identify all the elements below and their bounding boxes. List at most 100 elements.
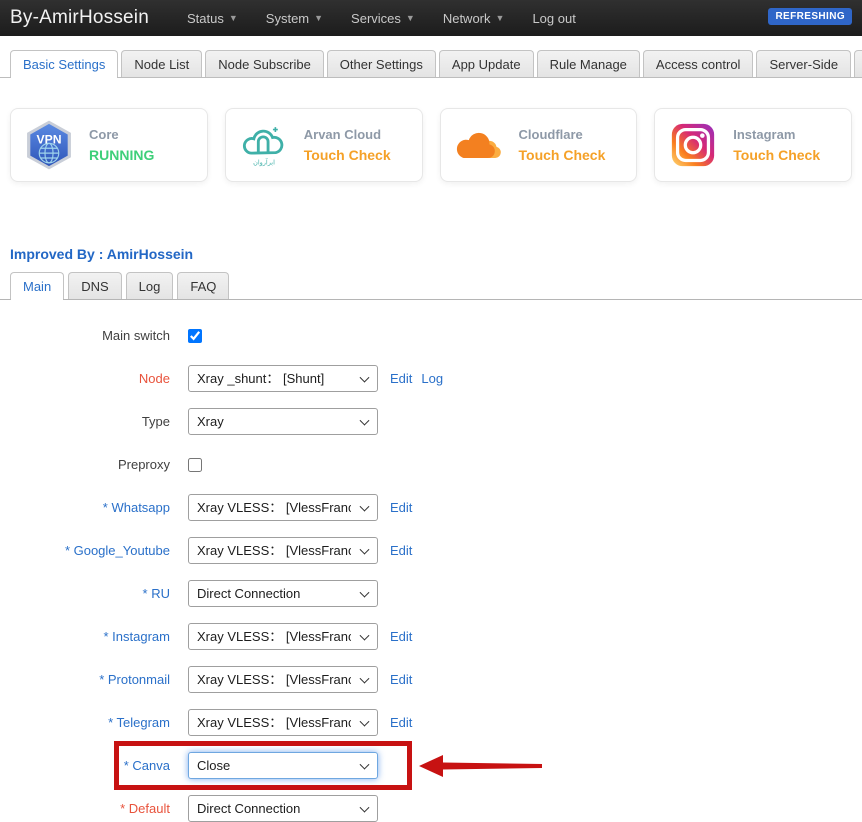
vpn-shield-icon: VPN — [23, 119, 75, 171]
menu-item-status[interactable]: Status ▼ — [187, 11, 238, 26]
field-label-node: Node — [0, 371, 170, 386]
subtab-main[interactable]: Main — [10, 272, 64, 299]
tab-app-update[interactable]: App Update — [439, 50, 534, 77]
preproxy-checkbox[interactable] — [188, 458, 202, 472]
subtab-faq[interactable]: FAQ — [177, 272, 229, 299]
instagram-icon — [667, 119, 719, 171]
ru-select[interactable]: Direct Connection — [188, 580, 378, 607]
form-row-google-youtube: * Google_Youtube Xray VLESS： [VlessFranc… — [0, 537, 862, 564]
menu-item-label: Status — [187, 11, 224, 26]
menu-item-label: Network — [443, 11, 491, 26]
protonmail-select[interactable]: Xray VLESS： [VlessFrance] — [188, 666, 378, 693]
field-control: Xray VLESS： [VlessFrance] — [188, 709, 378, 736]
form-row-protonmail: * Protonmail Xray VLESS： [VlessFrance] E… — [0, 666, 862, 693]
node-select[interactable]: Xray _shunt： [Shunt] — [188, 365, 378, 392]
status-cards: VPN Core RUNNING ابرآروان Arvan Cloud To… — [10, 108, 852, 182]
form-row-main-switch: Main switch — [0, 322, 862, 349]
field-control: Xray VLESS： [VlessFrance] — [188, 537, 378, 564]
field-links: Edit — [390, 672, 412, 687]
field-label-default: * Default — [0, 801, 170, 816]
edit-link[interactable]: Edit — [390, 543, 412, 558]
tab-rule-manage[interactable]: Rule Manage — [537, 50, 640, 77]
chevron-down-icon: ▼ — [406, 13, 415, 23]
field-links: Edit — [390, 543, 412, 558]
status-card-instagram[interactable]: Instagram Touch Check — [654, 108, 852, 182]
settings-form: Main switch Node Xray _shunt： [Shunt] Ed… — [0, 322, 862, 822]
field-links: Edit Log — [390, 371, 443, 386]
field-control — [188, 329, 202, 343]
status-card-cloudflare[interactable]: Cloudflare Touch Check — [440, 108, 638, 182]
subtab-dns[interactable]: DNS — [68, 272, 121, 299]
svg-text:ابرآروان: ابرآروان — [253, 158, 275, 167]
tab-node-subscribe[interactable]: Node Subscribe — [205, 50, 324, 77]
edit-link[interactable]: Edit — [390, 629, 412, 644]
menu-item-system[interactable]: System▼ — [266, 11, 323, 26]
sub-tab-bar: MainDNSLogFAQ — [0, 272, 862, 300]
telegram-select[interactable]: Xray VLESS： [VlessFrance] — [188, 709, 378, 736]
status-card-core[interactable]: VPN Core RUNNING — [10, 108, 208, 182]
improved-by-heading: Improved By : AmirHossein — [10, 246, 862, 262]
tab-access-control[interactable]: Access control — [643, 50, 754, 77]
form-row-instagram: * Instagram Xray VLESS： [VlessFrance] Ed… — [0, 623, 862, 650]
instagram-select[interactable]: Xray VLESS： [VlessFrance] — [188, 623, 378, 650]
form-row-preproxy: Preproxy — [0, 451, 862, 478]
field-links: Edit — [390, 500, 412, 515]
form-row-node: Node Xray _shunt： [Shunt] Edit Log — [0, 365, 862, 392]
main-tab-bar: Basic SettingsNode ListNode SubscribeOth… — [0, 50, 862, 78]
tab-watch-logs[interactable]: Watch Logs — [854, 50, 862, 77]
card-status[interactable]: Touch Check — [733, 147, 820, 163]
field-control: Direct Connection — [188, 580, 378, 607]
field-control: Xray _shunt： [Shunt] — [188, 365, 378, 392]
field-label-canva: * Canva — [0, 758, 170, 773]
annotation-arrow-icon — [418, 753, 544, 779]
field-control: Xray VLESS： [VlessFrance] — [188, 494, 378, 521]
field-links: Edit — [390, 715, 412, 730]
type-select[interactable]: Xray — [188, 408, 378, 435]
field-control: Close — [188, 752, 378, 779]
canva-select[interactable]: Close — [188, 752, 378, 779]
field-control — [188, 458, 202, 472]
card-status[interactable]: Touch Check — [304, 147, 391, 163]
form-row-ru: * RU Direct Connection — [0, 580, 862, 607]
default-select[interactable]: Direct Connection — [188, 795, 378, 822]
menu-item-log-out[interactable]: Log out — [532, 11, 575, 26]
card-title: Cloudflare — [519, 127, 606, 142]
subtab-log[interactable]: Log — [126, 272, 174, 299]
card-status[interactable]: Touch Check — [519, 147, 606, 163]
chevron-down-icon: ▼ — [314, 13, 323, 23]
field-label-protonmail: * Protonmail — [0, 672, 170, 687]
field-label-ru: * RU — [0, 586, 170, 601]
main-menu: Status▼System▼Services▼Network▼Log out — [173, 11, 590, 26]
form-row-type: Type Xray — [0, 408, 862, 435]
tab-basic-settings[interactable]: Basic Settings — [10, 50, 118, 77]
field-control: Xray — [188, 408, 378, 435]
tab-other-settings[interactable]: Other Settings — [327, 50, 436, 77]
top-navbar: By-AmirHossein Status▼System▼Services▼Ne… — [0, 0, 862, 36]
whatsapp-select[interactable]: Xray VLESS： [VlessFrance] — [188, 494, 378, 521]
menu-item-network[interactable]: Network ▼ — [443, 11, 505, 26]
menu-item-label: Services — [351, 11, 401, 26]
chevron-down-icon: ▼ — [229, 13, 238, 23]
edit-link[interactable]: Edit — [390, 371, 412, 386]
google-youtube-select[interactable]: Xray VLESS： [VlessFrance] — [188, 537, 378, 564]
menu-item-label: Log out — [532, 11, 575, 26]
log-link[interactable]: Log — [421, 371, 443, 386]
field-control: Xray VLESS： [VlessFrance] — [188, 623, 378, 650]
field-label-instagram: * Instagram — [0, 629, 170, 644]
card-status[interactable]: RUNNING — [89, 147, 154, 163]
field-control: Xray VLESS： [VlessFrance] — [188, 666, 378, 693]
edit-link[interactable]: Edit — [390, 715, 412, 730]
tab-node-list[interactable]: Node List — [121, 50, 202, 77]
status-card-arvan-cloud[interactable]: ابرآروان Arvan Cloud Touch Check — [225, 108, 423, 182]
field-label-main-switch: Main switch — [0, 328, 170, 343]
edit-link[interactable]: Edit — [390, 500, 412, 515]
tab-server-side[interactable]: Server-Side — [756, 50, 851, 77]
menu-item-services[interactable]: Services ▼ — [351, 11, 415, 26]
field-label-google-youtube: * Google_Youtube — [0, 543, 170, 558]
edit-link[interactable]: Edit — [390, 672, 412, 687]
field-links: Edit — [390, 629, 412, 644]
form-row-default: * Default Direct Connection — [0, 795, 862, 822]
main-switch-checkbox[interactable] — [188, 329, 202, 343]
refreshing-badge[interactable]: REFRESHING — [768, 8, 852, 25]
chevron-down-icon: ▼ — [496, 13, 505, 23]
